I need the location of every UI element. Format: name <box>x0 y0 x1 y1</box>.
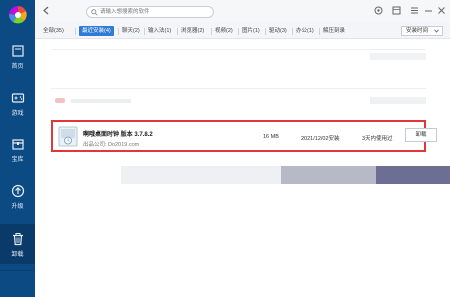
category-tabs: 全部(35) 最近安装(4) 聊天(2) 输入法(1) 浏览器(2) 视频(2)… <box>35 22 450 39</box>
tab-all[interactable]: 全部(35) <box>43 26 64 36</box>
uninstall-button[interactable]: 卸载 <box>405 128 437 142</box>
tab-office[interactable]: 办公(1) <box>296 26 314 36</box>
close-icon[interactable] <box>436 5 447 16</box>
search-icon <box>91 9 98 16</box>
tab-separator <box>177 28 178 35</box>
list-divider <box>51 49 426 50</box>
list-placeholder <box>370 97 426 104</box>
list-placeholder <box>71 99 131 103</box>
gamepad-icon <box>11 93 24 103</box>
minimize-icon[interactable] <box>423 5 434 16</box>
sidebar: 首页 游戏 宝库 升级 卸载 <box>0 0 35 297</box>
treasure-icon <box>11 139 24 150</box>
sidebar-item-label: 卸载 <box>11 252 24 258</box>
menu-icon[interactable] <box>409 5 420 16</box>
tab-driver[interactable]: 驱动(3) <box>269 26 287 36</box>
sidebar-item-uninstall[interactable]: 卸载 <box>0 224 35 264</box>
tab-video[interactable]: 视频(2) <box>215 26 233 36</box>
back-icon[interactable] <box>41 5 52 16</box>
list-placeholder <box>376 166 450 184</box>
search-box[interactable] <box>86 6 214 18</box>
list-item[interactable]: 啊哦桌面时钟 版本 3.7.8.2 出品公司: Do2019.com 16 MB… <box>51 120 437 152</box>
upgrade-icon <box>11 184 24 198</box>
list-placeholder <box>281 166 376 184</box>
app-usage: 3天内使用过 <box>362 136 393 142</box>
sort-select[interactable]: 安装时间 <box>401 26 443 36</box>
tab-browser[interactable]: 浏览器(2) <box>181 26 204 36</box>
tab-image[interactable]: 图片(1) <box>242 26 260 36</box>
tab-extract-burn[interactable]: 解压刻录 <box>323 26 345 36</box>
title-bar <box>35 0 450 22</box>
sidebar-item-home[interactable]: 首页 <box>0 40 35 74</box>
tab-input-method[interactable]: 输入法(1) <box>148 26 171 36</box>
tab-separator <box>292 28 293 35</box>
trash-icon <box>12 233 23 246</box>
settings-icon[interactable] <box>373 5 384 16</box>
tab-separator <box>75 28 76 35</box>
app-icon <box>58 126 78 147</box>
sidebar-item-treasure[interactable]: 宝库 <box>0 133 35 167</box>
sidebar-footer <box>0 270 35 297</box>
tab-separator <box>265 28 266 35</box>
sort-select-value: 安装时间 <box>406 28 429 34</box>
app-publisher: 出品公司: Do2019.com <box>83 142 140 148</box>
search-input[interactable] <box>100 7 210 17</box>
home-icon <box>11 45 24 57</box>
list-placeholder <box>370 53 426 60</box>
app-name: 啊哦桌面时钟 版本 3.7.8.2 <box>83 132 153 138</box>
skin-icon[interactable] <box>391 5 402 16</box>
tab-separator <box>118 28 119 35</box>
app-install-date: 2021/12/02安装 <box>301 136 340 142</box>
tab-separator <box>238 28 239 35</box>
tab-separator <box>144 28 145 35</box>
sidebar-item-label: 游戏 <box>11 111 24 117</box>
sidebar-item-label: 宝库 <box>11 157 24 163</box>
tab-recent-install[interactable]: 最近安装(4) <box>79 26 114 36</box>
sidebar-item-label: 首页 <box>11 64 24 70</box>
list-placeholder <box>55 98 65 103</box>
sidebar-item-label: 升级 <box>11 204 24 210</box>
sidebar-item-games[interactable]: 游戏 <box>0 87 35 121</box>
list-placeholder <box>121 166 281 184</box>
tab-separator <box>211 28 212 35</box>
list-divider <box>51 88 426 89</box>
app-list: 啊哦桌面时钟 版本 3.7.8.2 出品公司: Do2019.com 16 MB… <box>35 39 450 297</box>
app-logo <box>9 6 27 24</box>
sidebar-item-upgrade[interactable]: 升级 <box>0 180 35 214</box>
tab-chat[interactable]: 聊天(2) <box>122 26 140 36</box>
app-size: 16 MB <box>263 134 279 140</box>
tab-separator <box>319 28 320 35</box>
chevron-down-icon <box>434 29 439 33</box>
